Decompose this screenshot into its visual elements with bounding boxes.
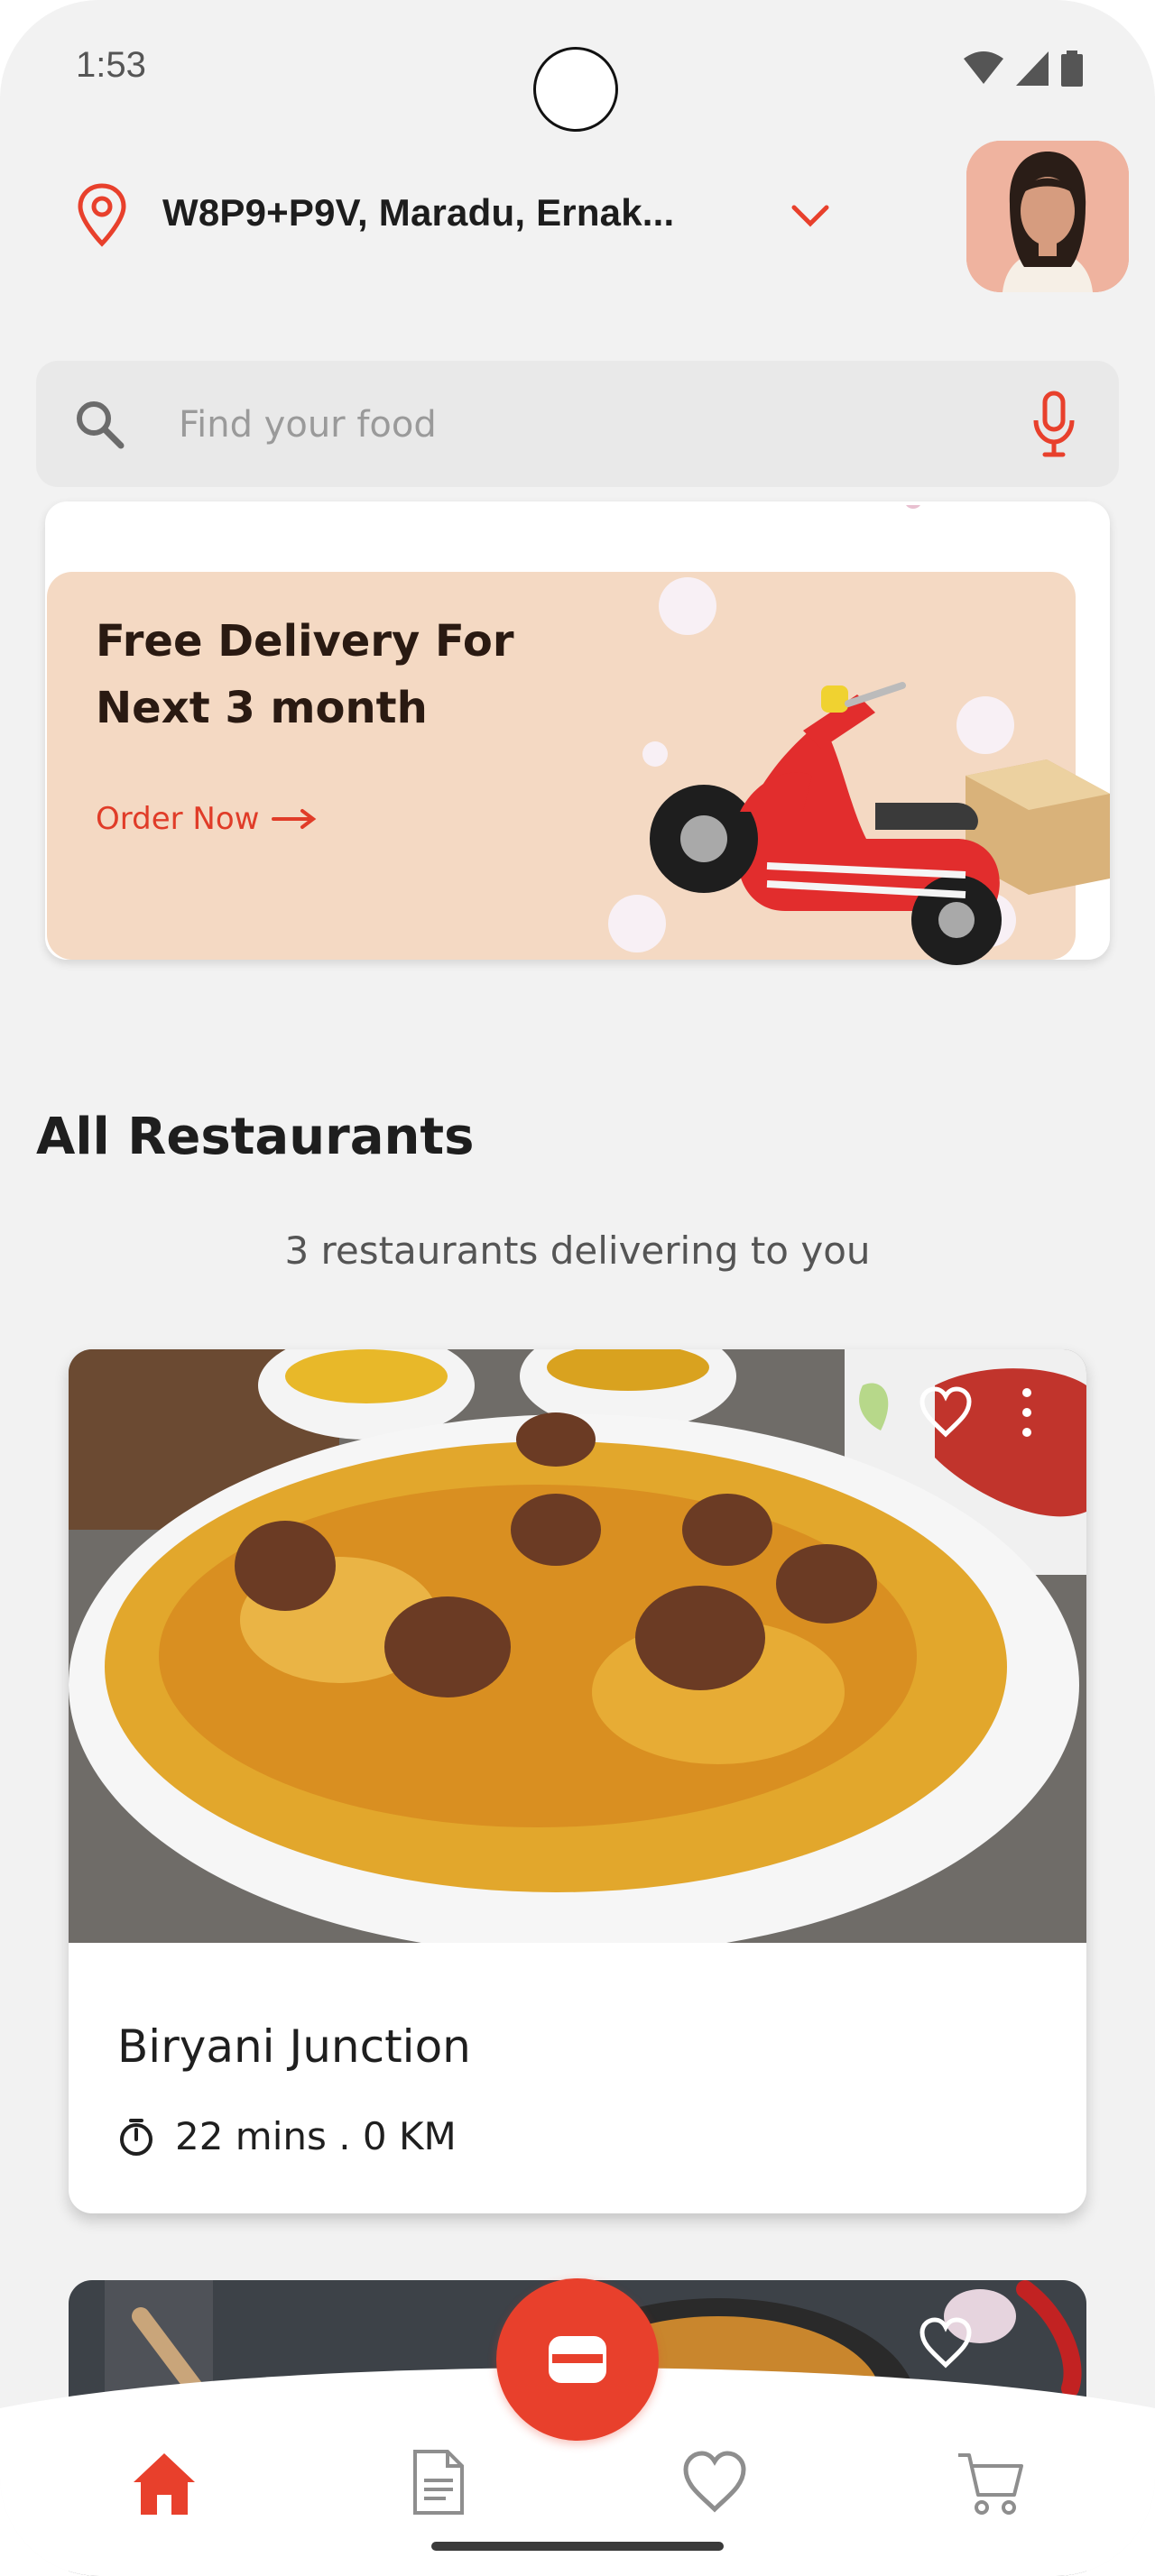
order-now-label: Order Now — [96, 801, 260, 837]
timer-icon — [120, 2118, 152, 2156]
section-title: All Restaurants — [36, 1108, 475, 1166]
scooter-illustration — [608, 505, 1110, 965]
home-icon[interactable] — [128, 2446, 200, 2518]
chevron-down-icon[interactable] — [789, 198, 832, 235]
search-input[interactable] — [177, 388, 902, 462]
microphone-icon[interactable] — [1029, 390, 1079, 458]
battery-icon — [1061, 51, 1083, 87]
delivery-location[interactable]: W8P9+P9V, Maradu, Ernak... — [162, 191, 674, 235]
promo-title-line1: Free Delivery For — [96, 616, 514, 667]
restaurant-card[interactable]: Biryani Junction 22 mins . 0 KM — [69, 1349, 1086, 2213]
restaurant-count: 3 restaurants delivering to you — [284, 1228, 871, 1273]
restaurant-meta: 22 mins . 0 KM — [117, 2114, 457, 2158]
avatar[interactable] — [966, 141, 1129, 292]
more-options-icon[interactable] — [1016, 1385, 1038, 1440]
location-pin-icon[interactable] — [72, 182, 132, 247]
avatar-portrait — [966, 141, 1129, 292]
arrow-right-icon — [272, 809, 317, 829]
restaurant-photo — [69, 1349, 1086, 1943]
restaurant-name: Biryani Junction — [117, 2020, 471, 2073]
wallet-button[interactable] — [496, 2278, 659, 2441]
signal-icon — [1016, 51, 1049, 86]
delivery-time-distance: 22 mins . 0 KM — [175, 2114, 457, 2158]
promo-title: Free Delivery For Next 3 month — [96, 608, 601, 741]
order-now-button[interactable]: Order Now — [96, 801, 317, 837]
promo-title-line2: Next 3 month — [96, 683, 428, 733]
favorites-icon[interactable] — [679, 2446, 751, 2518]
phone-screen: 1:53 W8P9+P9V, Maradu, Ernak... Find you… — [0, 0, 1155, 2576]
front-camera — [533, 47, 618, 132]
orders-icon[interactable] — [402, 2446, 475, 2518]
favorite-heart-icon[interactable] — [917, 1385, 975, 1438]
home-indicator[interactable] — [431, 2542, 724, 2551]
cart-icon[interactable] — [955, 2446, 1027, 2518]
search-icon[interactable] — [72, 397, 125, 449]
status-icons — [964, 51, 1083, 87]
wifi-icon — [964, 51, 1003, 84]
status-time: 1:53 — [76, 45, 146, 85]
wallet-icon — [549, 2336, 606, 2383]
